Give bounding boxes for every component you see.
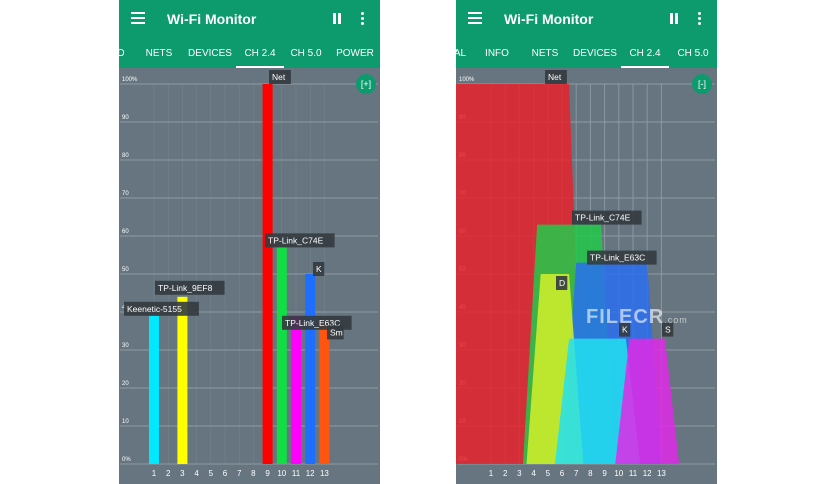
more-options-icon[interactable] [698,12,702,25]
channel-bar [319,323,330,464]
tab-nets[interactable]: NETS [532,48,559,59]
y-tick-label: 70 [122,191,129,197]
x-tick-label: 3 [517,469,522,478]
tab-devices[interactable]: DEVICES [573,48,617,59]
network-label: TP-Link_9EF8 [158,283,213,293]
hamburger-menu-icon[interactable] [131,12,145,24]
app-bar: Wi-Fi Monitor [456,0,717,38]
channel-bar [305,274,316,464]
channel-bar [149,315,159,464]
network-label: K [316,264,322,274]
network-label: Keenetic-5155 [127,304,182,314]
x-tick-label: 3 [180,469,185,478]
x-tick-label: 4 [531,469,536,478]
channel-bar [291,315,301,464]
watermark-text: FILECR.com [586,306,688,329]
x-tick-label: 12 [306,469,315,478]
app-title: Wi-Fi Monitor [504,11,594,27]
x-tick-label: 10 [277,469,286,478]
zoom-button[interactable]: [-] [692,74,712,94]
tab-info[interactable]: INFO [485,48,509,59]
x-tick-label: 7 [574,469,579,478]
pause-icon[interactable] [669,13,679,24]
channel-chart: 100%9080706050403020100%1234567891011121… [119,68,380,484]
phone-screen-bar-view: Wi-Fi Monitor D NETS DEVICES CH 2.4 CH 5… [119,0,380,484]
network-label: TP-Link_E63C [590,253,645,263]
network-label: TP-Link_C74E [268,235,324,245]
y-tick-label: 30 [122,343,129,349]
x-tick-label: 1 [489,469,494,478]
x-tick-label: 11 [629,469,638,478]
y-tick-label: 100% [459,77,475,83]
tab-bar: AL INFO NETS DEVICES CH 2.4 CH 5.0 [456,38,717,68]
x-tick-label: 6 [560,469,565,478]
x-tick-label: 4 [194,469,199,478]
network-label: Net [548,72,562,82]
tab-ch-5-0[interactable]: CH 5.0 [290,48,321,59]
x-tick-label: 7 [237,469,242,478]
x-tick-label: 9 [265,469,270,478]
x-tick-label: 2 [503,469,508,478]
tab-power[interactable]: POWER [336,48,374,59]
x-tick-label: 8 [588,469,593,478]
x-tick-label: 13 [657,469,666,478]
tab-devices[interactable]: DEVICES [188,48,232,59]
network-label: D [559,278,565,288]
y-tick-label: 0% [122,457,131,463]
x-tick-label: 9 [602,469,607,478]
x-tick-label: 5 [209,469,214,478]
x-tick-label: 8 [251,469,256,478]
channel-chart-svg: 100%9080706050403020100%1234567891011121… [456,70,715,478]
tab-ch-2-4[interactable]: CH 2.4 [629,48,660,59]
tab-partial[interactable]: D [119,48,125,59]
watermark-main: FILECR [586,306,665,328]
x-tick-label: 11 [292,469,301,478]
x-tick-label: 13 [320,469,329,478]
y-tick-label: 50 [122,267,129,273]
y-tick-label: 10 [122,419,129,425]
y-tick-label: 80 [122,153,129,159]
tab-ch-2-4[interactable]: CH 2.4 [244,48,275,59]
channel-bar [276,247,287,464]
channel-chart: 100%9080706050403020100%1234567891011121… [456,68,717,484]
tab-bar: D NETS DEVICES CH 2.4 CH 5.0 POWER [119,38,380,68]
x-tick-label: 6 [223,469,228,478]
x-tick-label: 2 [166,469,171,478]
network-label: TP-Link_C74E [575,213,631,223]
network-label: Sm [330,327,343,337]
pause-icon[interactable] [332,13,342,24]
more-options-icon[interactable] [361,12,365,25]
app-title: Wi-Fi Monitor [167,11,257,27]
x-tick-label: 12 [643,469,652,478]
network-label: Net [272,72,286,82]
tab-nets[interactable]: NETS [146,48,173,59]
tab-partial[interactable]: AL [456,48,466,59]
y-tick-label: 90 [122,115,129,121]
app-bar: Wi-Fi Monitor [119,0,380,38]
x-tick-label: 10 [614,469,623,478]
y-tick-label: 100% [122,77,138,83]
zoom-button[interactable]: [+] [356,74,376,94]
channel-bar [177,296,188,464]
hamburger-menu-icon[interactable] [468,12,482,24]
tab-ch-5-0[interactable]: CH 5.0 [677,48,708,59]
x-tick-label: 1 [152,469,157,478]
x-tick-label: 5 [546,469,551,478]
y-tick-label: 20 [122,381,129,387]
channel-chart-svg: 100%9080706050403020100%1234567891011121… [120,70,378,478]
y-tick-label: 60 [122,229,129,235]
channel-bar [262,84,273,464]
phone-screen-area-view: Wi-Fi Monitor AL INFO NETS DEVICES CH 2.… [456,0,717,484]
watermark-sub: .com [664,315,688,325]
